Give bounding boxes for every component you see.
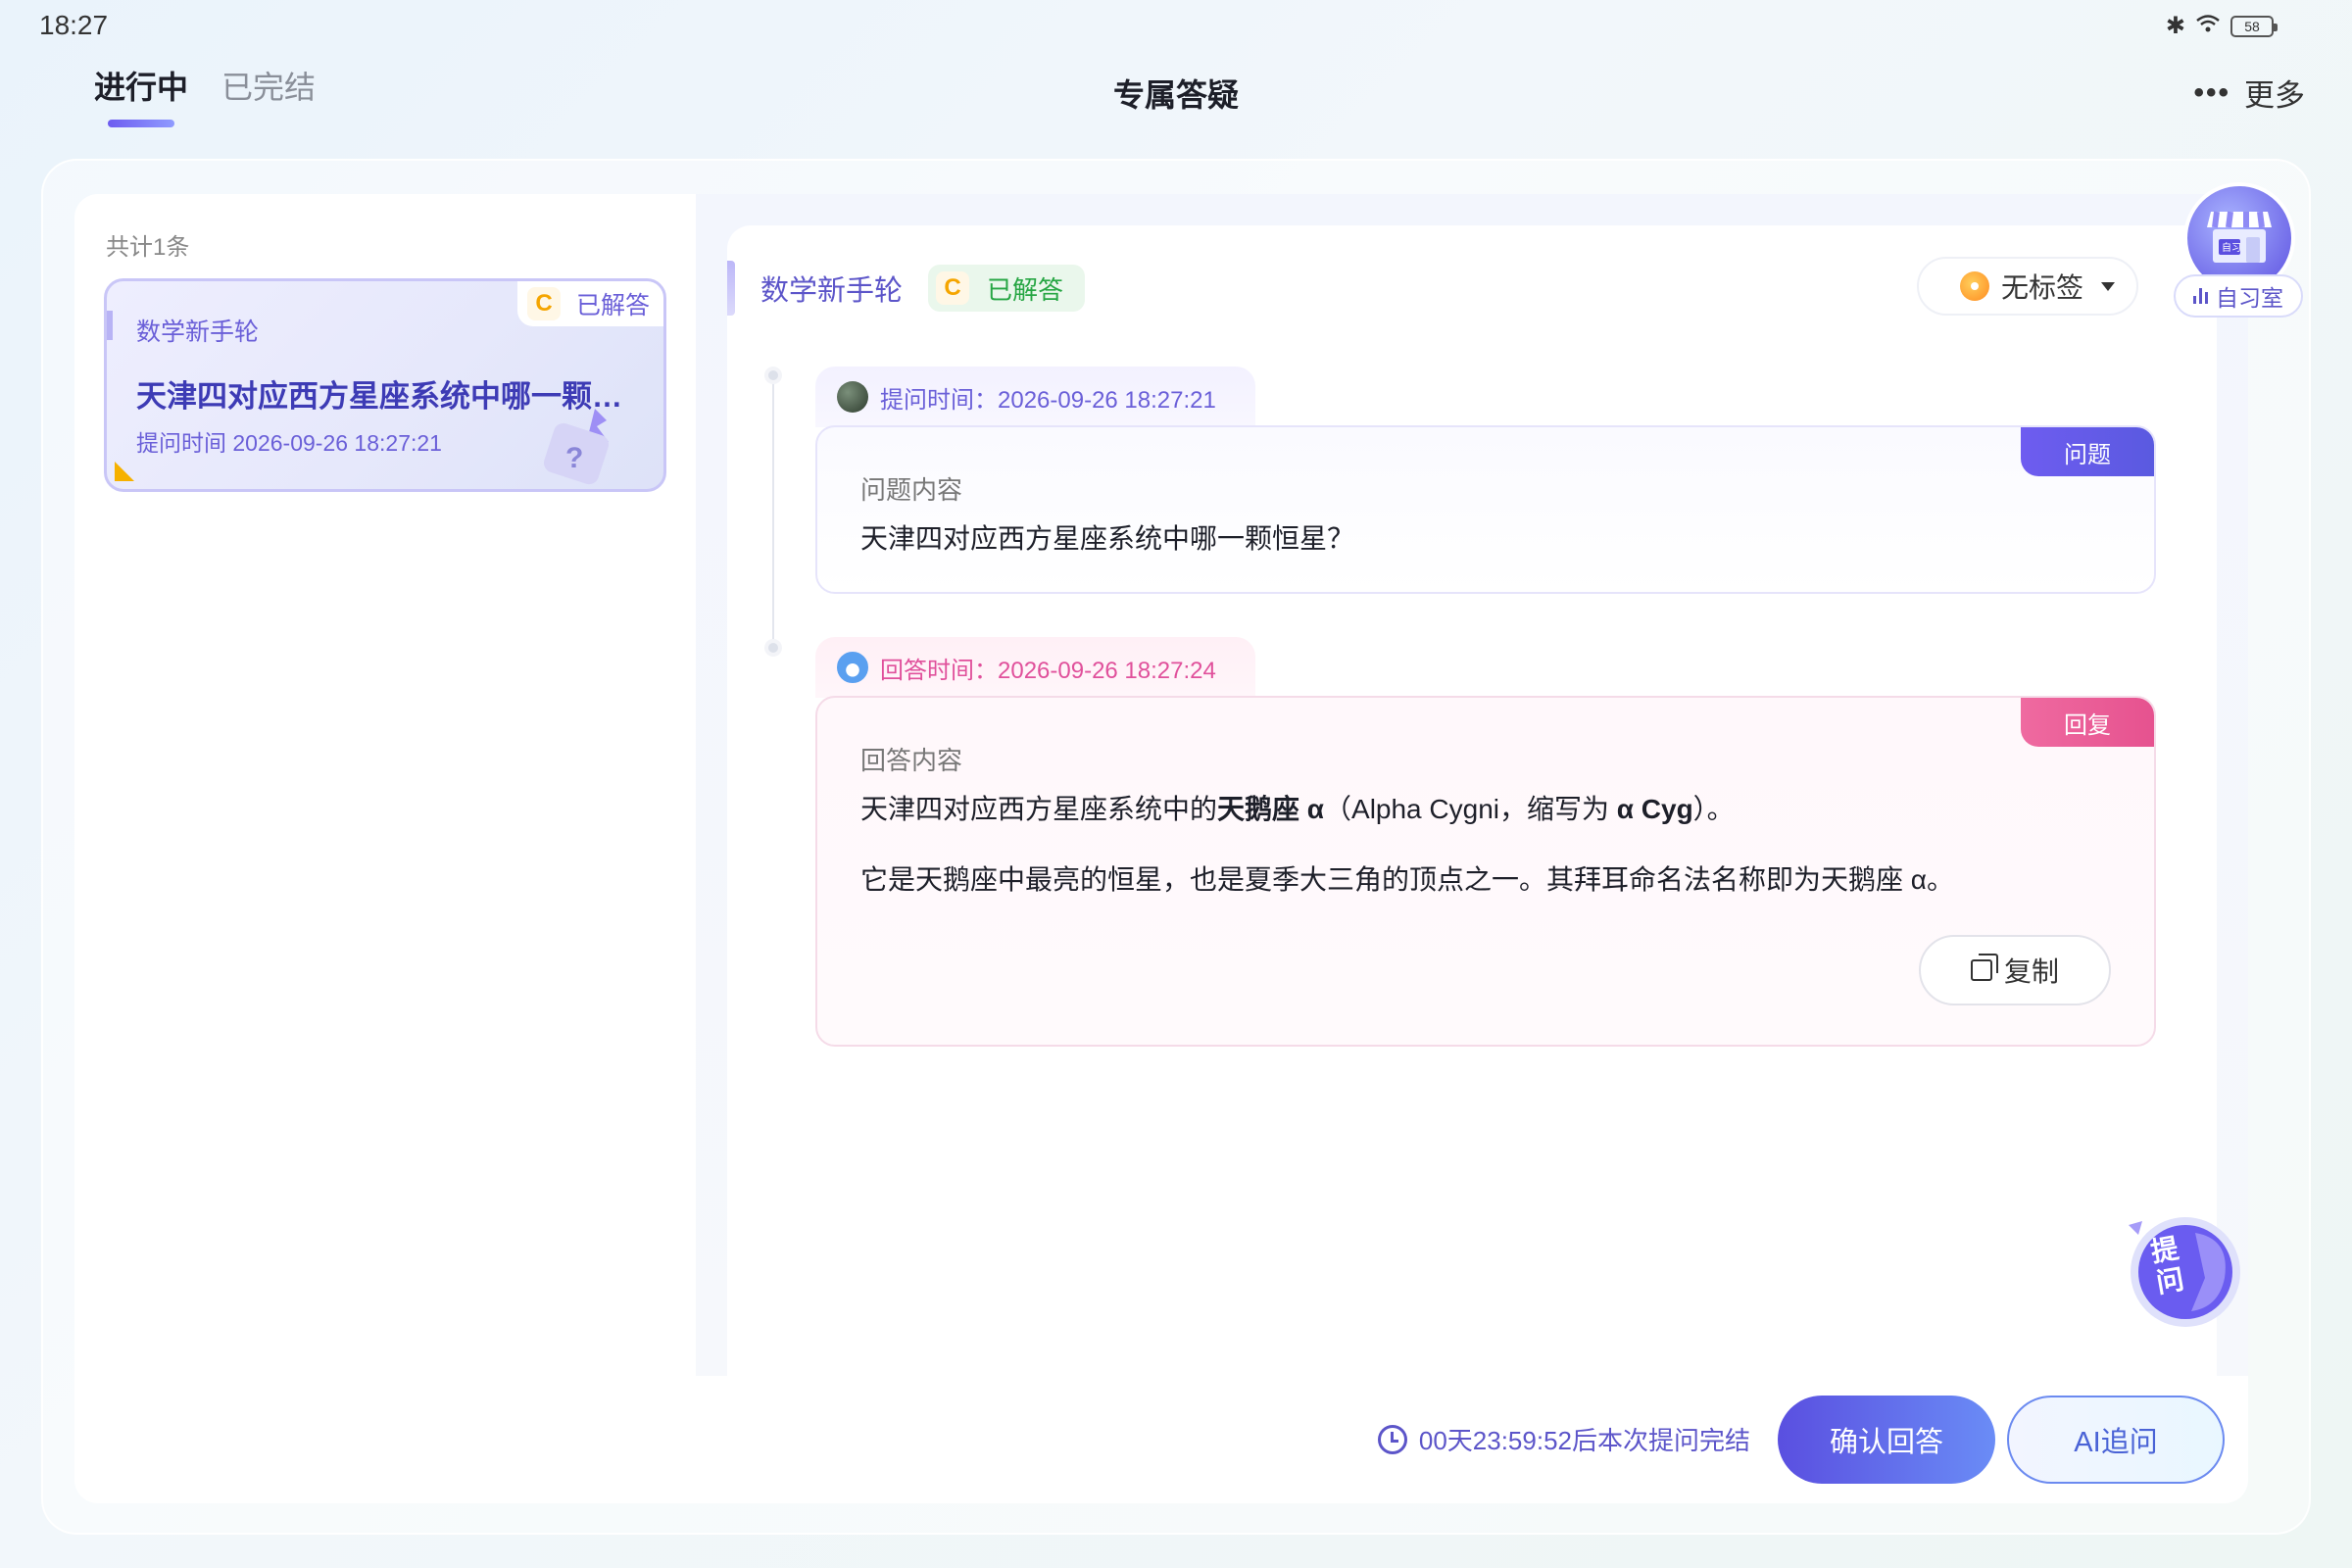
clock-icon xyxy=(1377,1424,1407,1454)
answer-line-1: 天津四对应西方星座系统中的天鹅座 α（Alpha Cygni，缩写为 α Cyg… xyxy=(860,788,1735,827)
answerer-avatar xyxy=(837,652,868,683)
question-list-item[interactable]: 数学新手轮 C 已解答 天津四对应西方星座系统中哪一颗恒星？ 提问时间 2026… xyxy=(104,278,666,492)
ai-followup-button[interactable]: AI追问 xyxy=(2007,1396,2225,1484)
bar-chart-icon xyxy=(2193,288,2208,304)
answer-box: 回复 回答内容 天津四对应西方星座系统中的天鹅座 α（Alpha Cygni，缩… xyxy=(815,696,2156,1047)
item-status-badge: C 已解答 xyxy=(516,281,663,326)
question-heading: 问题内容 xyxy=(860,475,963,505)
question-time: 提问时间：2026-09-26 18:27:21 xyxy=(880,386,1216,414)
item-corner-marker xyxy=(115,462,134,481)
question-content: 天津四对应西方星座系统中哪一颗恒星？ xyxy=(860,523,1355,554)
grade-c-icon: C xyxy=(936,271,970,305)
answer-highlight-star: 天鹅座 α xyxy=(1217,794,1325,824)
caret-down-icon xyxy=(2101,281,2115,291)
answer-badge: 回复 xyxy=(2021,698,2154,747)
answer-time-tab: 回答时间：2026-09-26 18:27:24 xyxy=(815,637,1255,698)
detail-header: 数学新手轮 C 已解答 xyxy=(727,261,1086,316)
question-box: 问题 问题内容 天津四对应西方星座系统中哪一颗恒星？ xyxy=(815,425,2156,594)
wifi-icon xyxy=(2195,13,2221,40)
countdown: 00天23:59:52后本次提问完结 xyxy=(1377,1421,1750,1457)
ask-question-fab[interactable]: 提问 xyxy=(2123,1209,2244,1331)
question-list-panel: 共计1条 数学新手轮 C 已解答 天津四对应西方星座系统中哪一颗恒星？ 提问时间… xyxy=(74,194,696,1503)
svg-text:?: ? xyxy=(565,442,583,474)
answer-line-1-mid: （Alpha Cygni，缩写为 xyxy=(1324,794,1617,824)
timeline-line xyxy=(772,374,774,645)
question-time-tab: 提问时间：2026-09-26 18:27:21 xyxy=(815,367,1255,427)
answer-heading: 回答内容 xyxy=(860,746,963,775)
answer-line-1-suffix: ）。 xyxy=(1692,794,1735,824)
grade-c-icon: C xyxy=(526,287,561,320)
page-title: 专属答疑 xyxy=(1112,77,1239,113)
answer-line-1-prefix: 天津四对应西方星座系统中的 xyxy=(860,794,1218,824)
more-dots-icon: ••• xyxy=(2193,75,2230,109)
answer-line-2: 它是天鹅座中最亮的恒星，也是夏季大三角的顶点之一。其拜耳命名法名称即为天鹅座 α… xyxy=(860,864,1954,895)
status-icons: ✱ 58 xyxy=(2165,12,2278,40)
item-time: 提问时间 2026-09-26 18:27:21 xyxy=(136,430,442,456)
tag-label: 无标签 xyxy=(2000,272,2083,303)
confirm-answer-button[interactable]: 确认回答 xyxy=(1778,1396,1995,1484)
copy-label: 复制 xyxy=(2003,956,2059,987)
asker-avatar xyxy=(837,381,868,413)
copy-icon xyxy=(1970,954,1998,981)
copy-button[interactable]: 复制 xyxy=(1919,935,2111,1005)
tag-selector[interactable]: 无标签 xyxy=(1916,257,2138,316)
study-room-button[interactable]: 自习 自习室 xyxy=(2174,182,2303,319)
study-room-label: 自习室 xyxy=(2216,285,2283,311)
shop-icon: 自习 xyxy=(2207,211,2272,263)
question-badge: 问题 xyxy=(2021,427,2154,476)
detail-subject: 数学新手轮 xyxy=(760,275,904,307)
tag-icon xyxy=(1959,271,1989,301)
battery-icon: 58 xyxy=(2230,15,2278,37)
detail-content: 数学新手轮 C 已解答 无标签 提问时间：2026-09-26 18:27:21… xyxy=(727,225,2217,1376)
timeline-dot-answer xyxy=(764,639,782,657)
more-label: 更多 xyxy=(2244,78,2305,113)
item-status-text: 已解答 xyxy=(575,292,650,319)
timeline-dot-question xyxy=(764,367,782,384)
more-button[interactable]: ••• 更多 xyxy=(2193,71,2305,115)
detail-status-badge: C 已解答 xyxy=(928,265,1086,312)
status-time: 18:27 xyxy=(39,10,109,40)
item-subject: 数学新手轮 xyxy=(136,318,260,346)
question-count: 共计1条 xyxy=(106,234,190,261)
detail-status-text: 已解答 xyxy=(987,274,1064,305)
detail-accent xyxy=(727,261,735,316)
active-tab-indicator xyxy=(108,120,175,127)
answer-time: 回答时间：2026-09-26 18:27:24 xyxy=(880,657,1216,684)
answer-highlight-abbr: α Cyg xyxy=(1616,794,1693,824)
question-detail-panel: 数学新手轮 C 已解答 无标签 提问时间：2026-09-26 18:27:21… xyxy=(696,194,2248,1503)
countdown-text: 00天23:59:52后本次提问完结 xyxy=(1418,1426,1750,1455)
shop-sign-text: 自习 xyxy=(2222,241,2241,254)
item-accent xyxy=(107,311,113,340)
study-room-label-pill: 自习室 xyxy=(2174,274,2303,318)
detail-footer: 00天23:59:52后本次提问完结 确认回答 AI追问 xyxy=(696,1376,2248,1503)
question-mark-icon: ? xyxy=(543,409,610,485)
bluetooth-icon: ✱ xyxy=(2165,13,2185,39)
